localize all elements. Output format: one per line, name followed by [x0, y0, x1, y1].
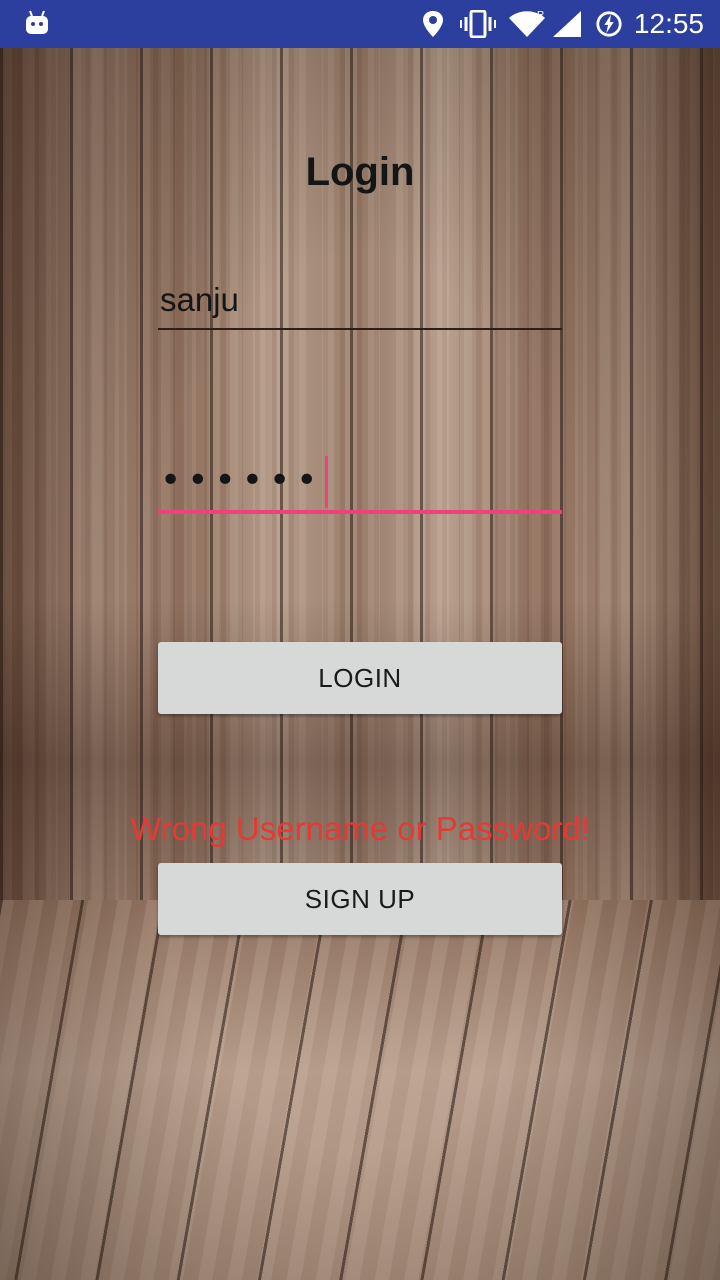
password-field[interactable]: ••••••	[158, 450, 562, 514]
wifi-icon: R	[509, 10, 545, 37]
status-time: 12:55	[633, 8, 704, 39]
android-icon	[26, 10, 48, 34]
username-field[interactable]: sanju	[158, 274, 562, 330]
login-screen: Login sanju •••••• LOGIN Wrong Username …	[0, 48, 720, 1280]
location-icon	[423, 11, 443, 37]
error-message: Wrong Username or Password!	[130, 810, 590, 847]
text-cursor	[325, 456, 329, 508]
password-mask: ••••••	[160, 460, 324, 501]
login-button[interactable]: LOGIN	[158, 642, 562, 714]
status-bar: R 12:55	[0, 0, 720, 48]
signal-icon	[553, 11, 581, 37]
username-value: sanju	[160, 281, 239, 318]
signup-button[interactable]: SIGN UP	[158, 863, 562, 935]
page-title: Login	[305, 150, 415, 194]
battery-charging-icon	[596, 11, 622, 37]
password-value: ••••••	[160, 456, 329, 508]
vibrate-icon	[460, 10, 496, 38]
svg-text:R: R	[537, 10, 544, 21]
